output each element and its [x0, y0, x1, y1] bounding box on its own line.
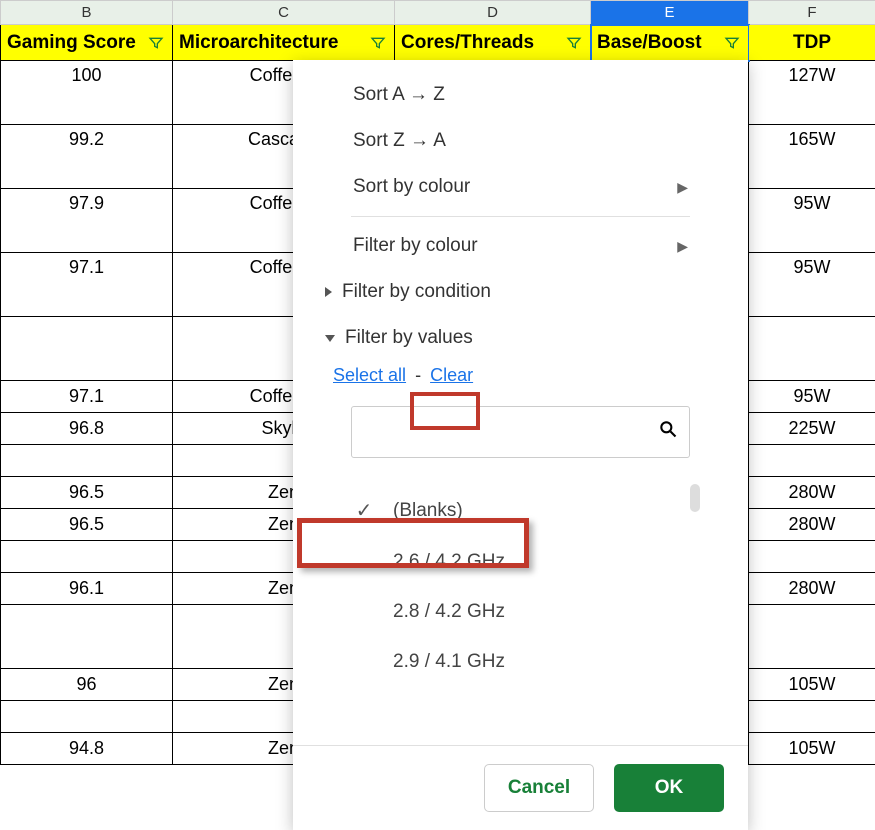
- col-letter-E[interactable]: E: [591, 1, 749, 25]
- cell[interactable]: 96.1: [1, 573, 173, 605]
- cell[interactable]: [749, 701, 875, 733]
- sort-az[interactable]: Sort A → Z: [293, 72, 748, 118]
- cell[interactable]: 100: [1, 61, 173, 125]
- header-tdp[interactable]: TDP: [749, 25, 875, 61]
- header-label: Microarchitecture: [179, 32, 338, 53]
- header-row: Gaming Score Microarchitecture Cores/Thr…: [1, 25, 875, 61]
- col-letter-B[interactable]: B: [1, 1, 173, 25]
- header-cores-threads[interactable]: Cores/Threads: [395, 25, 591, 61]
- cell[interactable]: 127W: [749, 61, 875, 125]
- cell[interactable]: [1, 605, 173, 669]
- filter-value-item[interactable]: 2.6 / 4.2 GHz: [293, 537, 748, 587]
- cell[interactable]: 225W: [749, 413, 875, 445]
- chevron-right-icon: ▶: [677, 238, 688, 255]
- cell[interactable]: [749, 541, 875, 573]
- filter-value-label: 2.9 / 4.1 GHz: [393, 651, 505, 673]
- cell[interactable]: [1, 701, 173, 733]
- cell[interactable]: [1, 317, 173, 381]
- header-label: Gaming Score: [7, 32, 136, 53]
- column-letter-row: B C D E F: [1, 1, 875, 25]
- clear-link[interactable]: Clear: [430, 365, 473, 385]
- cell[interactable]: 96.5: [1, 477, 173, 509]
- panel-footer: Cancel OK: [293, 745, 748, 830]
- sort-by-colour[interactable]: Sort by colour ▶: [293, 164, 748, 210]
- cell[interactable]: 97.9: [1, 189, 173, 253]
- filter-icon[interactable]: [368, 33, 388, 53]
- cell[interactable]: 95W: [749, 381, 875, 413]
- cell[interactable]: 97.1: [1, 381, 173, 413]
- cell[interactable]: [749, 605, 875, 669]
- cell[interactable]: 96: [1, 669, 173, 701]
- cell[interactable]: 97.1: [1, 253, 173, 317]
- filter-by-values[interactable]: Filter by values: [293, 315, 748, 361]
- check-icon: ✓: [351, 498, 377, 523]
- col-letter-C[interactable]: C: [173, 1, 395, 25]
- cell[interactable]: [1, 541, 173, 573]
- scrollbar-thumb[interactable]: [690, 484, 700, 512]
- filter-icon[interactable]: [564, 33, 584, 53]
- divider: [351, 216, 690, 217]
- cell[interactable]: 280W: [749, 573, 875, 605]
- header-gaming-score[interactable]: Gaming Score: [1, 25, 173, 61]
- search-icon: [658, 419, 678, 445]
- cell[interactable]: [1, 445, 173, 477]
- sort-za[interactable]: Sort Z → A: [293, 118, 748, 164]
- filter-value-item[interactable]: ✓ (Blanks): [293, 484, 748, 537]
- filter-value-label: 2.8 / 4.2 GHz: [393, 601, 505, 623]
- ok-button[interactable]: OK: [614, 764, 724, 812]
- chevron-right-icon: ▶: [677, 179, 688, 196]
- filter-icon[interactable]: [722, 33, 742, 53]
- cell[interactable]: [749, 317, 875, 381]
- filter-icon[interactable]: [146, 33, 166, 53]
- filter-value-label: 2.6 / 4.2 GHz: [393, 551, 505, 573]
- cell[interactable]: [749, 445, 875, 477]
- triangle-right-icon: [325, 287, 332, 297]
- cell[interactable]: 280W: [749, 477, 875, 509]
- filter-value-item[interactable]: 2.8 / 4.2 GHz: [293, 587, 748, 637]
- cell[interactable]: 105W: [749, 733, 875, 765]
- header-label: Base/Boost: [597, 32, 702, 53]
- header-label: TDP: [793, 32, 831, 53]
- triangle-down-icon: [325, 335, 335, 342]
- cell[interactable]: 95W: [749, 189, 875, 253]
- cell[interactable]: 99.2: [1, 125, 173, 189]
- col-letter-F[interactable]: F: [749, 1, 875, 25]
- filter-search-wrap: [351, 406, 690, 458]
- filter-value-label: (Blanks): [393, 500, 463, 522]
- cell[interactable]: 96.8: [1, 413, 173, 445]
- col-letter-D[interactable]: D: [395, 1, 591, 25]
- cell[interactable]: 95W: [749, 253, 875, 317]
- cell[interactable]: 280W: [749, 509, 875, 541]
- filter-by-condition[interactable]: Filter by condition: [293, 269, 748, 315]
- header-label: Cores/Threads: [401, 32, 534, 53]
- cell[interactable]: 94.8: [1, 733, 173, 765]
- header-microarchitecture[interactable]: Microarchitecture: [173, 25, 395, 61]
- header-base-boost[interactable]: Base/Boost: [591, 25, 749, 61]
- filter-by-colour[interactable]: Filter by colour ▶: [293, 223, 748, 269]
- filter-dropdown-panel: Sort A → Z Sort Z → A Sort by colour ▶ F…: [293, 60, 748, 830]
- filter-value-item[interactable]: 2.9 / 4.1 GHz: [293, 637, 748, 687]
- select-all-link[interactable]: Select all: [333, 365, 406, 385]
- dash: -: [415, 365, 421, 385]
- cell[interactable]: 96.5: [1, 509, 173, 541]
- select-clear-row: Select all - Clear: [293, 361, 748, 396]
- cancel-button[interactable]: Cancel: [484, 764, 594, 812]
- cell[interactable]: 165W: [749, 125, 875, 189]
- filter-values-list[interactable]: ✓ (Blanks) 2.6 / 4.2 GHz 2.8 / 4.2 GHz 2.9 /…: [293, 480, 748, 745]
- filter-search-input[interactable]: [351, 406, 690, 458]
- cell[interactable]: 105W: [749, 669, 875, 701]
